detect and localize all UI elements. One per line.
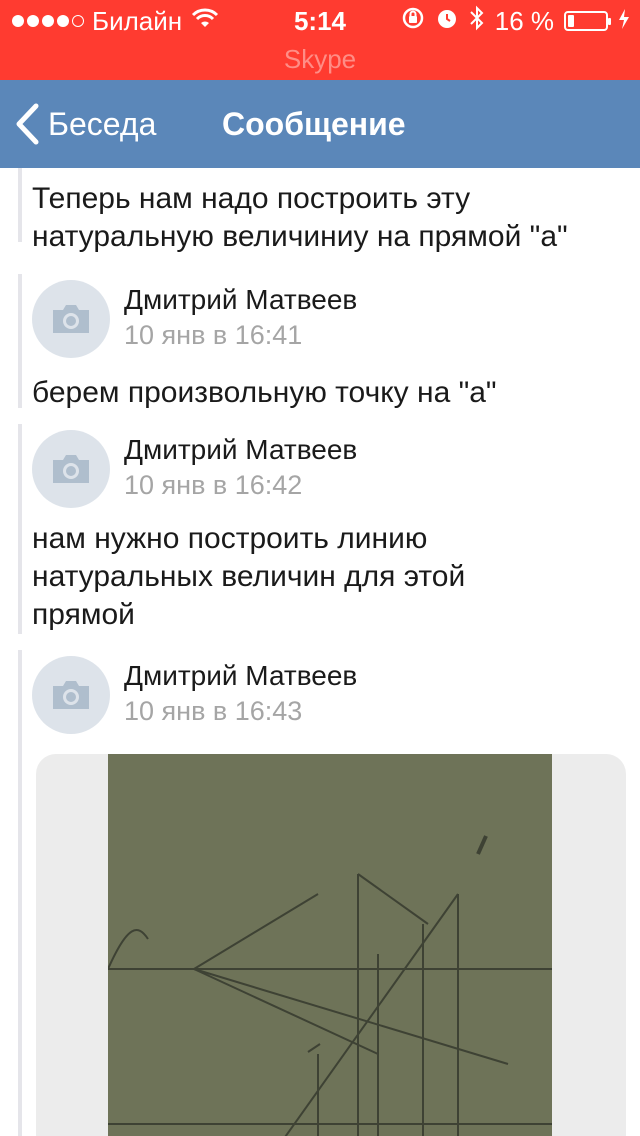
battery-icon (564, 11, 611, 31)
message-timestamp: 10 янв в 16:43 (124, 696, 303, 726)
message-text: нам нужно построить линию натуральных ве… (32, 522, 466, 631)
message-list[interactable]: Теперь нам надо построить эту натуральну… (0, 168, 640, 1136)
sender-name[interactable]: Дмитрий Матвеев (124, 284, 357, 316)
nav-bar: Беседа Сообщение (0, 80, 640, 168)
geometry-sketch-image (107, 754, 552, 1136)
sender-name[interactable]: Дмитрий Матвеев (124, 434, 357, 466)
message-timestamp: 10 янв в 16:41 (124, 320, 303, 350)
camera-icon (53, 681, 89, 709)
status-right: 16 % (401, 5, 630, 38)
status-bar: Билайн 5:14 16 % Skype (0, 0, 640, 80)
camera-icon (53, 305, 89, 333)
avatar[interactable] (32, 656, 110, 734)
alarm-icon (435, 6, 459, 37)
photo-attachment[interactable] (36, 754, 626, 1136)
avatar[interactable] (32, 280, 110, 358)
message-item[interactable]: Дмитрий Матвеев 10 янв в 16:41 берем про… (18, 274, 628, 409)
message-text: Теперь нам надо построить эту натуральну… (32, 182, 568, 253)
battery-percent: 16 % (494, 5, 554, 36)
bluetooth-icon (469, 5, 485, 38)
avatar[interactable] (32, 430, 110, 508)
sender-name[interactable]: Дмитрий Матвеев (124, 660, 357, 692)
message-text: берем произвольную точку на "а" (32, 376, 497, 409)
back-button-label: Беседа (48, 105, 157, 142)
orientation-lock-icon (401, 6, 425, 37)
app-name-label: Skype (283, 44, 357, 74)
back-button[interactable]: Беседа (14, 80, 156, 168)
message-timestamp: 10 янв в 16:42 (124, 470, 303, 500)
message-item[interactable]: Дмитрий Матвеев 10 янв в 16:42 нам нужно… (18, 424, 628, 634)
page-title: Сообщение (222, 106, 406, 142)
camera-icon (53, 455, 89, 483)
message-item[interactable]: Дмитрий Матвеев 10 янв в 16:43 (18, 650, 628, 1136)
charging-icon (618, 6, 630, 37)
attached-photo[interactable] (107, 754, 552, 1136)
chevron-left-icon (16, 103, 39, 145)
message-item[interactable]: Теперь нам надо построить эту натуральну… (18, 168, 628, 253)
